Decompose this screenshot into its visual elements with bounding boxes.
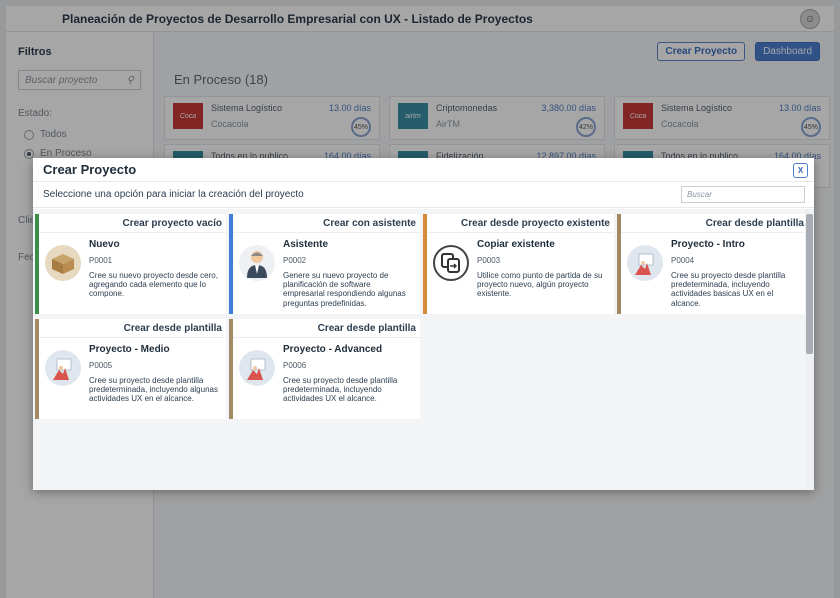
box-icon bbox=[45, 245, 81, 281]
template-icon bbox=[45, 350, 81, 386]
option-card-nuevo[interactable]: Crear proyecto vacío Nuevo P0001 Cree su… bbox=[35, 214, 226, 314]
option-search-input[interactable]: Buscar bbox=[681, 186, 805, 203]
option-card-copiar[interactable]: Crear desde proyecto existente Copiar ex… bbox=[423, 214, 614, 314]
option-card-asistente[interactable]: Crear con asistente Asistente P0002 Gene… bbox=[229, 214, 420, 314]
option-header: Crear desde plantilla bbox=[233, 319, 420, 338]
option-code: P0006 bbox=[283, 361, 307, 370]
option-description: Cree su proyecto desde plantilla predete… bbox=[89, 376, 218, 404]
option-code: P0003 bbox=[477, 256, 501, 265]
assistant-icon bbox=[239, 245, 275, 281]
option-header: Crear desde proyecto existente bbox=[427, 214, 614, 233]
dialog-subheader: Seleccione una opción para iniciar la cr… bbox=[33, 182, 814, 208]
option-name: Proyecto - Medio bbox=[89, 344, 170, 355]
option-name: Proyecto - Intro bbox=[671, 239, 745, 250]
option-code: P0001 bbox=[89, 256, 113, 265]
create-project-dialog: Crear Proyecto X Seleccione una opción p… bbox=[33, 158, 814, 490]
option-header: Crear desde plantilla bbox=[39, 319, 226, 338]
option-description: Cree su nuevo proyecto desde cero, agreg… bbox=[89, 271, 218, 299]
option-card-medio[interactable]: Crear desde plantilla Proyecto - Medio P… bbox=[35, 319, 226, 419]
option-header: Crear desde plantilla bbox=[621, 214, 808, 233]
options-grid: Crear proyecto vacío Nuevo P0001 Cree su… bbox=[33, 209, 808, 490]
option-description: Cree su proyecto desde plantilla predete… bbox=[283, 376, 398, 404]
scrollbar-thumb[interactable] bbox=[806, 214, 813, 354]
option-name: Asistente bbox=[283, 239, 329, 250]
dialog-header: Crear Proyecto X bbox=[33, 158, 814, 182]
option-name: Copiar existente bbox=[477, 239, 555, 250]
option-code: P0002 bbox=[283, 256, 307, 265]
option-header: Crear proyecto vacío bbox=[39, 214, 226, 233]
option-name: Proyecto - Advanced bbox=[283, 344, 383, 355]
option-name: Nuevo bbox=[89, 239, 120, 250]
option-description: Cree su proyecto desde plantilla predete… bbox=[671, 271, 786, 308]
option-header: Crear con asistente bbox=[233, 214, 420, 233]
copy-icon bbox=[433, 245, 469, 281]
dialog-title: Crear Proyecto bbox=[43, 162, 137, 177]
option-card-advanced[interactable]: Crear desde plantilla Proyecto - Advance… bbox=[229, 319, 420, 419]
template-icon bbox=[627, 245, 663, 281]
dialog-description: Seleccione una opción para iniciar la cr… bbox=[43, 189, 304, 200]
option-code: P0005 bbox=[89, 361, 113, 370]
template-icon bbox=[239, 350, 275, 386]
option-description: Genere su nuevo proyecto de planificació… bbox=[283, 271, 406, 308]
option-description: Utilice como punto de partida de su proy… bbox=[477, 271, 603, 299]
option-card-intro[interactable]: Crear desde plantilla Proyecto - Intro P… bbox=[617, 214, 808, 314]
close-button[interactable]: X bbox=[793, 163, 808, 178]
option-code: P0004 bbox=[671, 256, 695, 265]
